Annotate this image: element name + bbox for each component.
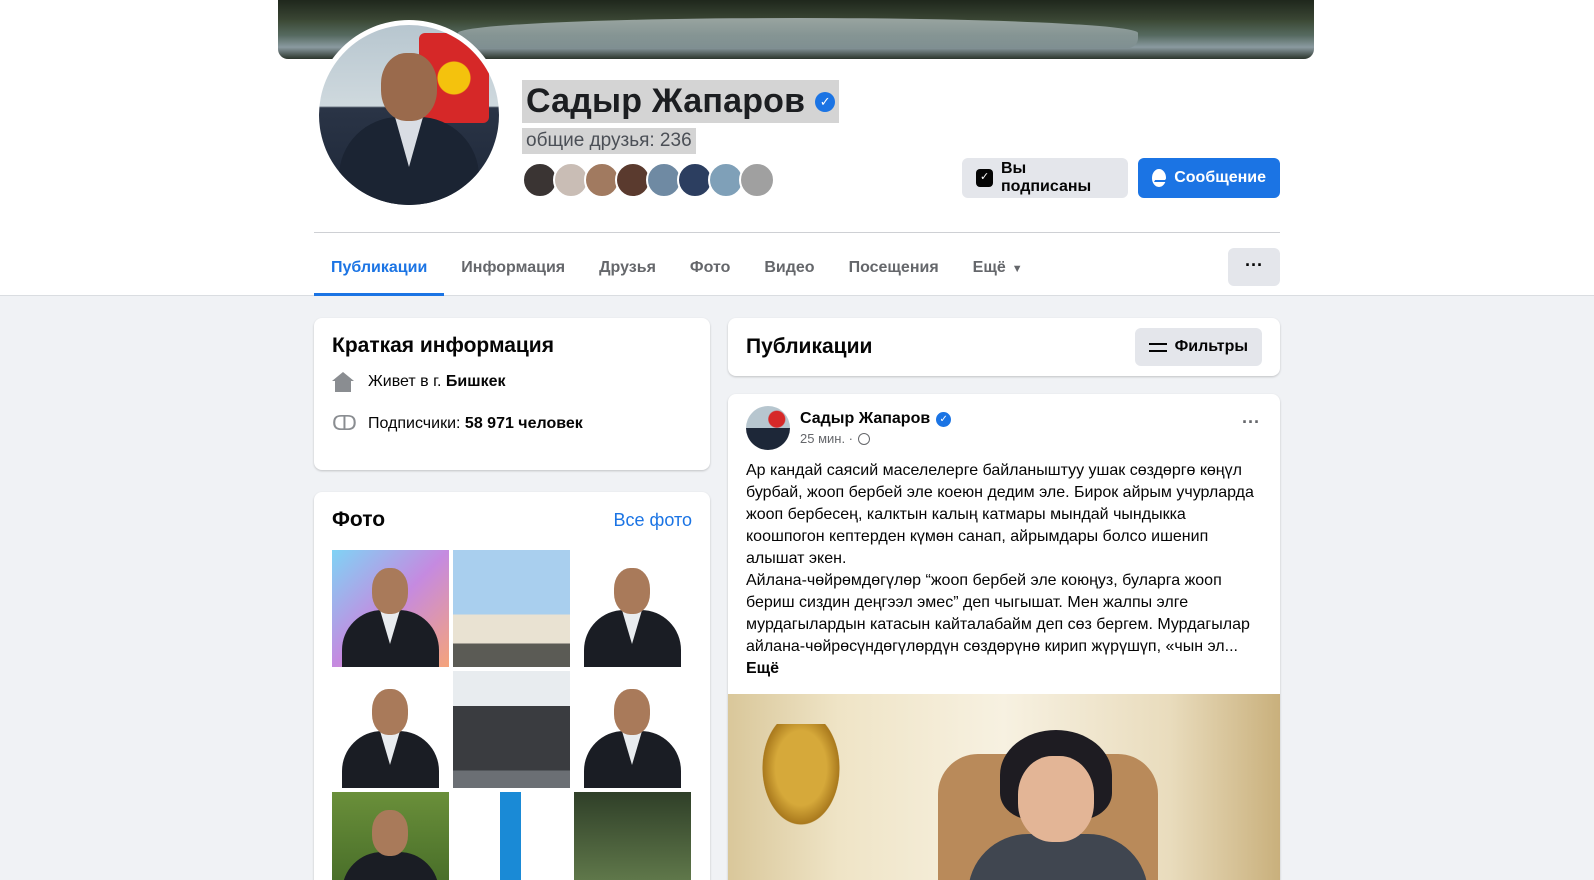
photo-person: [342, 852, 439, 880]
photo-thumbnail[interactable]: [453, 550, 570, 667]
tab-info[interactable]: Информация: [444, 240, 582, 296]
profile-avatar[interactable]: [314, 20, 504, 210]
message-button[interactable]: Сообщение: [1138, 158, 1280, 198]
photo-thumbnail[interactable]: [574, 550, 691, 667]
photo-head: [372, 568, 408, 614]
profile-name-highlight: Садыр Жапаров ✓: [522, 80, 840, 123]
lives-in-prefix: Живет в г.: [368, 373, 442, 390]
followers-prefix: Подписчики:: [368, 415, 461, 432]
photo-thumbnail[interactable]: [332, 550, 449, 667]
photos-header: Фото Все фото: [332, 508, 692, 532]
post-paragraph: Айлана-чөйрөмдөгүлөр “жооп бербей эле ко…: [746, 572, 1250, 655]
posts-title: Публикации: [746, 335, 873, 358]
tab-photos[interactable]: Фото: [673, 240, 747, 296]
post-author-avatar[interactable]: [746, 406, 790, 450]
photos-grid: [332, 550, 692, 880]
post-author-block: Садыр Жапаров ✓ 25 мин. ·: [800, 410, 952, 446]
photo-thumbnail[interactable]: [453, 792, 570, 880]
post-author-name[interactable]: Садыр Жапаров ✓: [800, 410, 952, 428]
photo-thumbnail[interactable]: [332, 671, 449, 788]
message-label: Сообщение: [1174, 169, 1266, 186]
followers-count[interactable]: 58 971 человек: [465, 415, 583, 433]
cover-ridge: [278, 0, 1314, 20]
tab-checkins[interactable]: Посещения: [832, 240, 956, 296]
avatar-image: [319, 25, 499, 205]
photo-thumbnail[interactable]: [574, 671, 691, 788]
friend-avatar[interactable]: [739, 162, 775, 198]
post-paragraph: Ар кандай саясий маселелерге байланыштуу…: [746, 462, 1254, 567]
tab-label: Ещё: [972, 259, 1006, 276]
profile-tabs: Публикации Информация Друзья Фото Видео …: [314, 240, 1040, 296]
lives-in-city[interactable]: Бишкек: [446, 373, 506, 391]
post-meta: 25 мин. ·: [800, 431, 951, 446]
post-time[interactable]: 25 мин. ·: [800, 431, 853, 446]
post-text: Ар кандай саясий маселелерге байланыштуу…: [746, 460, 1262, 680]
filter-sliders-icon: [1148, 340, 1167, 354]
subscribed-label: Вы подписаны: [1000, 160, 1092, 195]
profile-name: Садыр Жапаров: [526, 82, 806, 120]
messenger-icon: [1152, 169, 1167, 187]
home-icon: [332, 372, 354, 392]
caret-down-icon: ▼: [1011, 263, 1023, 275]
tab-label: Информация: [461, 259, 566, 276]
profile-header: Садыр Жапаров ✓ общие друзья: 236 Вы под…: [0, 0, 1594, 296]
post-options-button[interactable]: ···: [1242, 412, 1260, 433]
photo-head: [372, 689, 408, 735]
post-card: Садыр Жапаров ✓ 25 мин. · ··· Ар кандай …: [728, 394, 1280, 880]
see-more-link[interactable]: Ещё: [746, 660, 779, 677]
tab-label: Друзья: [599, 259, 656, 276]
globe-icon: [858, 432, 871, 445]
mutual-friends-avatars: [522, 162, 775, 198]
cover-lake: [458, 18, 1138, 48]
tab-label: Фото: [689, 259, 731, 276]
photo-head: [372, 810, 408, 856]
tab-more[interactable]: Ещё ▼: [956, 240, 1040, 296]
tab-label: Посещения: [848, 259, 939, 276]
profile-name-block: Садыр Жапаров ✓: [522, 80, 840, 123]
tab-videos[interactable]: Видео: [747, 240, 831, 296]
subscribed-button[interactable]: Вы подписаны: [962, 158, 1128, 198]
post-header: Садыр Жапаров ✓ 25 мин. ·: [746, 406, 952, 450]
intro-title: Краткая информация: [332, 334, 554, 357]
post-image[interactable]: [728, 694, 1280, 880]
photo-thumbnail[interactable]: [453, 671, 570, 788]
rss-followers-icon: ↀ: [332, 413, 357, 435]
person-face: [1018, 756, 1094, 842]
post-author-text: Садыр Жапаров: [800, 410, 931, 427]
filters-button[interactable]: Фильтры: [1134, 328, 1262, 366]
intro-lives-in: Живет в г. Бишкек: [332, 372, 692, 392]
verified-badge-icon: ✓: [815, 91, 836, 112]
photos-title: Фото: [332, 508, 386, 531]
all-photos-link[interactable]: Все фото: [614, 510, 693, 531]
tab-posts[interactable]: Публикации: [314, 240, 445, 296]
tab-label: Видео: [764, 259, 815, 276]
avatar-head: [381, 53, 437, 121]
photo-head: [614, 689, 650, 735]
header-divider: [314, 232, 1280, 233]
posts-header-card: Публикации Фильтры: [728, 318, 1280, 376]
mutual-friends-count[interactable]: общие друзья: 236: [522, 128, 696, 154]
subscribed-icon: [976, 169, 993, 187]
filters-label: Фильтры: [1174, 338, 1248, 355]
photo-thumbnail[interactable]: [332, 792, 449, 880]
tab-friends[interactable]: Друзья: [582, 240, 673, 296]
eagle-statue: [756, 724, 846, 834]
photos-card: Фото Все фото: [314, 492, 710, 880]
photo-head: [614, 568, 650, 614]
photo-thumbnail[interactable]: [574, 792, 691, 880]
profile-more-button[interactable]: ···: [1228, 248, 1280, 286]
tab-label: Публикации: [331, 259, 428, 276]
intro-followers: ↀ Подписчики: 58 971 человек: [332, 414, 692, 434]
verified-badge-icon: ✓: [936, 411, 952, 427]
intro-card: Краткая информация Живет в г. Бишкек ↀ П…: [314, 318, 710, 470]
